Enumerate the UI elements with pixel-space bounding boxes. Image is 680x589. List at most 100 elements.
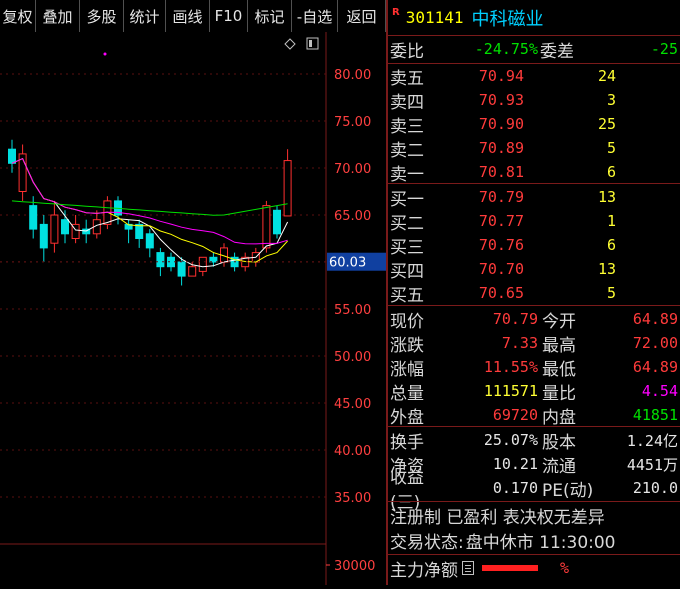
stock-tags: 注册制 已盈利 表决权无差异	[390, 503, 605, 528]
price-tick-label: 70.00	[334, 162, 371, 177]
asks-row[interactable]: 卖四 70.93 3	[390, 88, 680, 113]
asks-label: 卖一	[390, 164, 424, 185]
asks-row[interactable]: 卖二 70.89 5	[390, 136, 680, 161]
ma-line	[11, 200, 288, 216]
bids-label: 买三	[390, 237, 424, 258]
stats-row: 总量 111571 量比 4.54	[390, 379, 680, 404]
stats-label-2: 最低	[542, 359, 576, 380]
bids-row[interactable]: 买四 70.70 13	[390, 257, 680, 282]
stats-value-2: 41851	[632, 406, 678, 424]
toolbar-button-5[interactable]: F10	[210, 0, 248, 32]
stats-value-1: 7.33	[501, 334, 538, 352]
stats-value-1: 11.55%	[483, 358, 538, 376]
stats-value-2: 64.89	[632, 358, 678, 376]
asks-label: 卖二	[390, 140, 424, 161]
bids-row[interactable]: 买五 70.65 5	[390, 281, 680, 306]
candle-body	[39, 223, 48, 249]
tags-text: 注册制 已盈利 表决权无差异	[390, 507, 605, 528]
toolbar-button-4[interactable]: 画线	[166, 0, 210, 32]
stats-label-2: 内盘	[542, 407, 576, 428]
diamond-icon[interactable]	[284, 38, 296, 50]
stats-row: 涨幅 11.55% 最低 64.89	[390, 355, 680, 380]
stats-row: 外盘 69720 内盘 41851	[390, 403, 680, 428]
weibi-row: 委比 -24.75% 委差 -25	[390, 37, 680, 62]
bids-volume: 13	[597, 260, 616, 278]
asks-price: 70.90	[478, 115, 524, 133]
bids-label: 买四	[390, 261, 424, 282]
candle-body	[262, 205, 271, 249]
price-tick-label: 50.00	[334, 350, 371, 365]
finance-value-1: 25.07%	[483, 431, 538, 449]
bids-volume: 5	[606, 284, 616, 302]
price-tick-label: 75.00	[334, 115, 371, 130]
price-tick-label: 35.00	[334, 491, 371, 506]
bids-row[interactable]: 买三 70.76 6	[390, 233, 680, 258]
finance-label-2: 流通	[542, 456, 576, 477]
stats-label-1: 现价	[390, 311, 424, 332]
bids-price: 70.79	[478, 188, 524, 206]
candle-body	[145, 233, 154, 249]
candle-body	[156, 252, 165, 268]
stats-label-2: 量比	[542, 383, 576, 404]
finance-value-2: 1.24亿	[626, 431, 678, 450]
toolbar-button-3[interactable]: 统计	[124, 0, 166, 32]
bids-volume: 1	[606, 212, 616, 230]
stats-row: 涨跌 7.33 最高 72.00	[390, 331, 680, 356]
window-icon[interactable]	[306, 37, 319, 50]
bids-price: 70.76	[478, 236, 524, 254]
price-tick-label: 40.00	[334, 444, 371, 459]
price-tick-label: 55.00	[334, 303, 371, 318]
bids-row[interactable]: 买二 70.77 1	[390, 209, 680, 234]
kline-chart-svg[interactable]: 80.0075.0070.0065.0060.0055.0050.0045.00…	[0, 32, 388, 585]
asks-volume: 5	[606, 139, 616, 157]
candle-body	[135, 223, 144, 239]
stats-value-2: 4.54	[641, 382, 678, 400]
weicha-value: -25	[650, 40, 678, 58]
asks-row[interactable]: 卖一 70.81 6	[390, 160, 680, 185]
stats-value-2: 64.89	[632, 310, 678, 328]
bids-row[interactable]: 买一 70.79 13	[390, 185, 680, 210]
toolbar-button-7[interactable]: -自选	[292, 0, 338, 32]
stock-name[interactable]: 中科磁业	[472, 5, 544, 31]
asks-row[interactable]: 卖五 70.94 24	[390, 64, 680, 89]
asks-price: 70.89	[478, 139, 524, 157]
candle-body	[29, 205, 38, 230]
toolbar-button-0[interactable]: 复权	[0, 0, 36, 32]
main-net-label: 主力净额	[390, 560, 458, 581]
stats-label-1: 涨跌	[390, 335, 424, 356]
finance-row: 换手 25.07% 股本 1.24亿	[390, 428, 680, 453]
candle-body	[198, 256, 207, 272]
volume-tick-label: 30000	[334, 559, 375, 574]
price-tick-label: 65.00	[334, 209, 371, 224]
toolbar-button-8[interactable]: 返回	[338, 0, 386, 32]
asks-volume: 24	[597, 67, 616, 85]
asks-price: 70.94	[478, 67, 524, 85]
bids-label: 买二	[390, 213, 424, 234]
toolbar-button-2[interactable]: 多股	[80, 0, 124, 32]
stats-row: 现价 70.79 今开 64.89	[390, 307, 680, 332]
finance-value-2: 4451万	[626, 455, 678, 474]
asks-label: 卖四	[390, 92, 424, 113]
candle-body	[177, 261, 186, 277]
window-icon-inner	[309, 40, 312, 47]
bids-volume: 6	[606, 236, 616, 254]
r-badge: R	[392, 7, 400, 18]
finance-value-2: 210.0	[632, 479, 678, 497]
bids-label: 买一	[390, 189, 424, 210]
asks-volume: 25	[597, 115, 616, 133]
asks-price: 70.81	[478, 163, 524, 181]
bids-volume: 13	[597, 188, 616, 206]
stats-label-1: 涨幅	[390, 359, 424, 380]
bids-price: 70.65	[478, 284, 524, 302]
toolbar-button-6[interactable]: 标记	[248, 0, 292, 32]
bids-price: 70.70	[478, 260, 524, 278]
asks-row[interactable]: 卖三 70.90 25	[390, 112, 680, 137]
main-net-bar	[482, 565, 538, 571]
stats-label-1: 总量	[390, 383, 424, 404]
stats-label-2: 今开	[542, 311, 576, 332]
list-icon[interactable]	[462, 561, 474, 575]
kline-chart[interactable]: 80.0075.0070.0065.0060.0055.0050.0045.00…	[0, 32, 388, 585]
main-net-row: 主力净额 %	[390, 556, 680, 581]
toolbar-button-1[interactable]: 叠加	[36, 0, 80, 32]
stock-code[interactable]: 301141	[406, 8, 464, 27]
